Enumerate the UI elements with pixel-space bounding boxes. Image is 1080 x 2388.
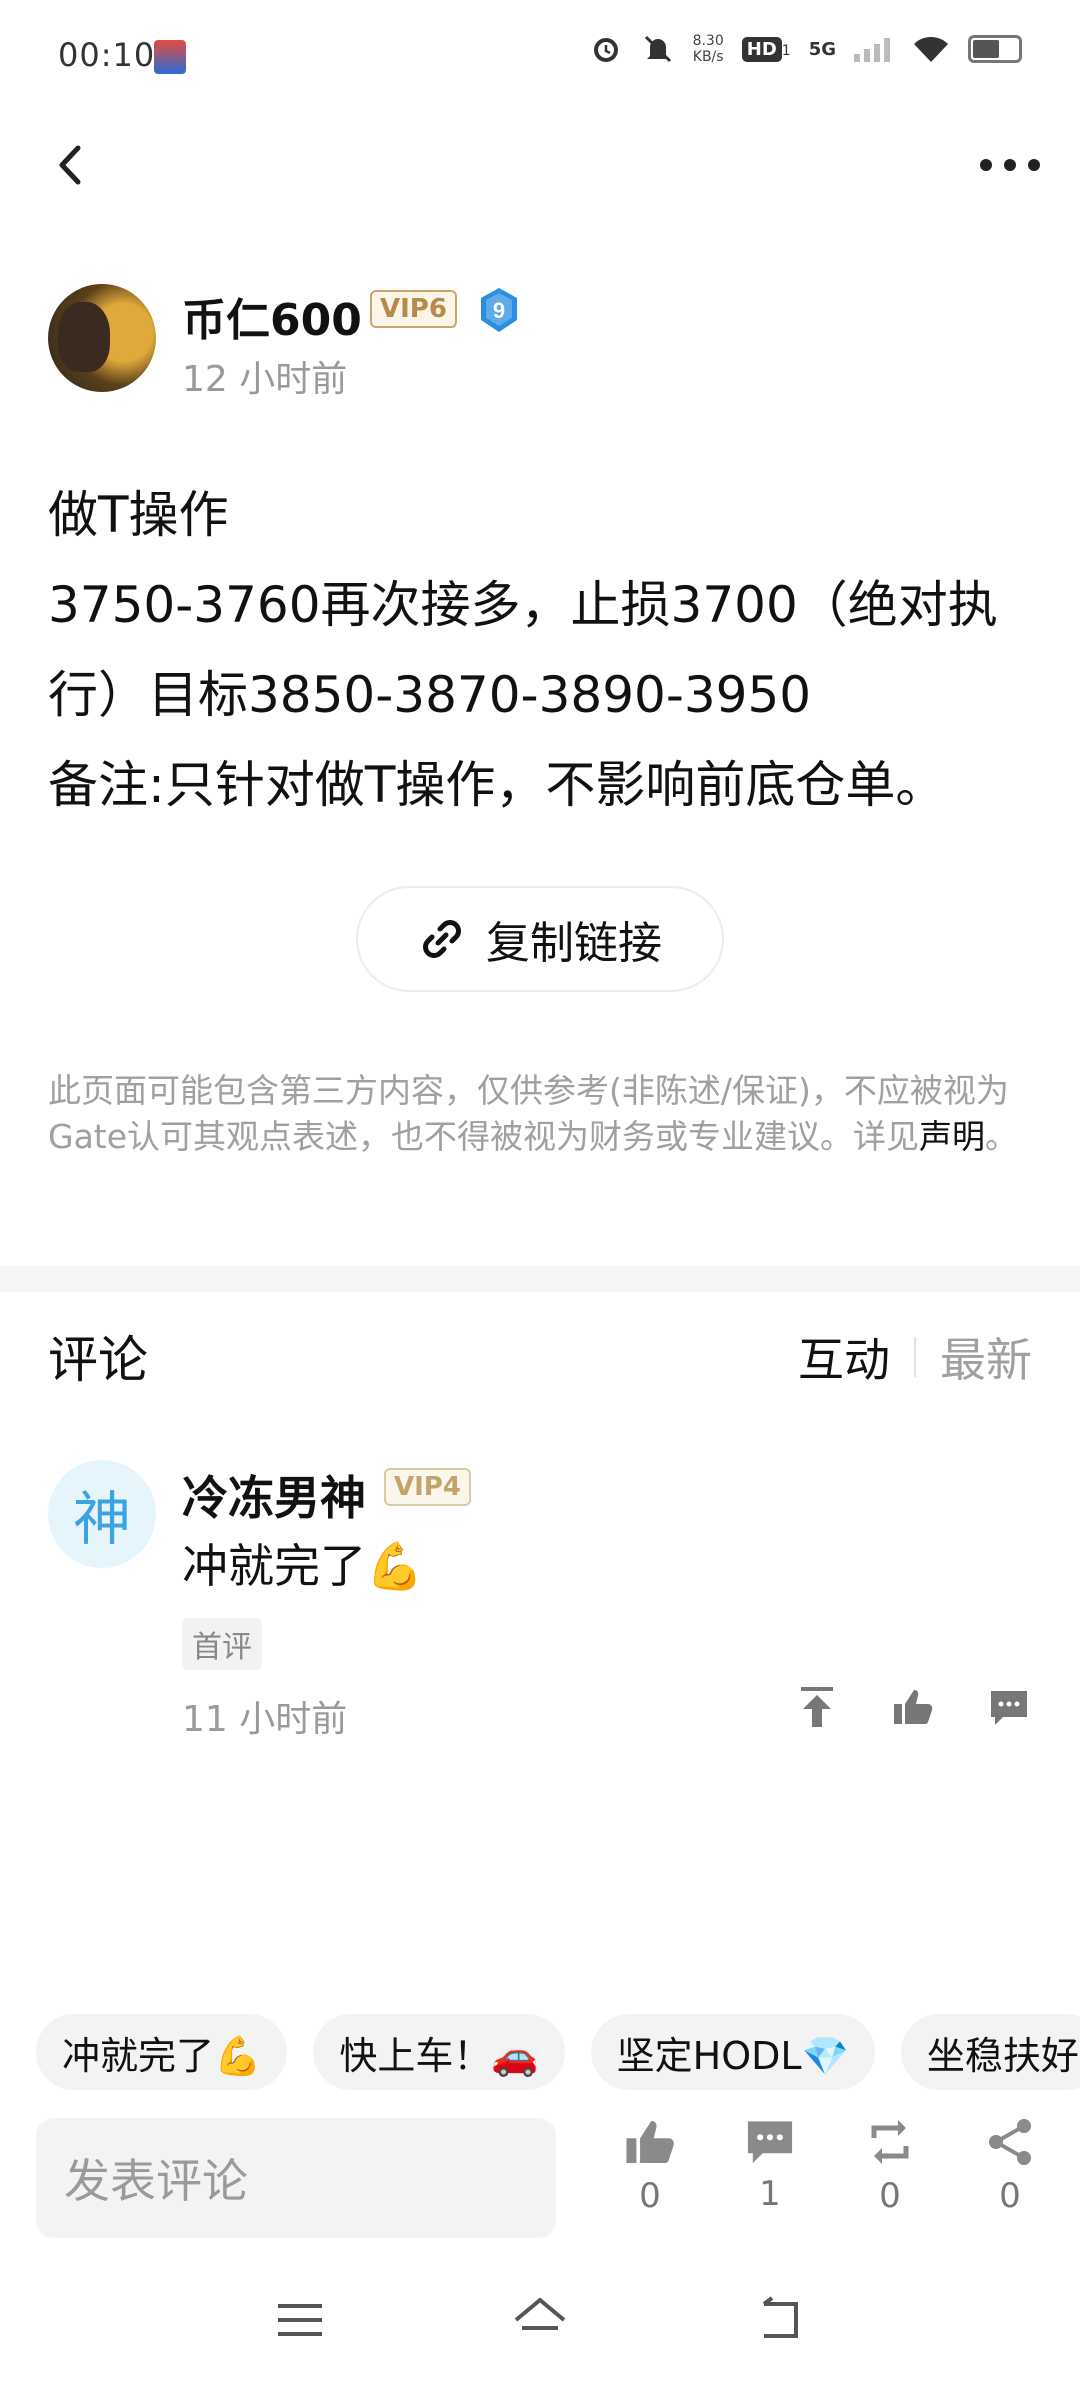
- network-type: 5G: [808, 38, 836, 60]
- vip-badge: VIP6: [370, 290, 457, 328]
- more-options-button[interactable]: [980, 140, 1040, 190]
- quick-reply-chip[interactable]: 快上车！🚗: [313, 2014, 565, 2090]
- author-name[interactable]: 币仁600: [182, 284, 362, 348]
- tab-interaction[interactable]: 互动: [798, 1324, 890, 1390]
- battery-icon: [968, 35, 1022, 63]
- copy-link-label: 复制链接: [486, 918, 662, 969]
- pin-top-icon: [801, 1687, 833, 1727]
- back-button[interactable]: [48, 140, 98, 190]
- signal-icon: [854, 38, 890, 62]
- more-dots-icon: [980, 159, 992, 171]
- copy-link-button[interactable]: 复制链接: [356, 886, 724, 992]
- wifi-icon: [914, 36, 948, 62]
- comment-input[interactable]: 发表评论: [36, 2118, 556, 2238]
- back-nav-icon: [762, 2296, 798, 2338]
- post-line: 备注:只针对做T操作，不影响前底仓单。: [48, 756, 946, 814]
- status-bar: 00:10 8.30 KB/s HD 1 5G: [0, 0, 1080, 110]
- comment-like-button[interactable]: [890, 1684, 936, 1730]
- comments-title: 评论: [48, 1331, 148, 1389]
- section-divider: [0, 1266, 1080, 1292]
- author-avatar[interactable]: [48, 284, 156, 392]
- disclaimer-end: 。: [985, 1117, 1019, 1156]
- alarm-icon: [593, 38, 618, 62]
- top-navigation-bar: [0, 120, 1080, 210]
- disclaimer-text: 此页面可能包含第三方内容，仅供参考(非陈述/保证)，不应被视为Gate认可其观点…: [48, 1071, 1009, 1156]
- reply-bubble-icon: [991, 1691, 1027, 1725]
- share-icon: [989, 2119, 1031, 2165]
- first-comment-tag: 首评: [182, 1618, 262, 1670]
- svg-text:9: 9: [493, 298, 505, 323]
- comment-text: 冲就完了💪: [182, 1539, 424, 1593]
- link-icon: [423, 920, 461, 958]
- comment-count: 1: [759, 2174, 781, 2214]
- comment-sort-tabs: 互动 最新: [798, 1324, 1032, 1390]
- quick-reply-chip[interactable]: 冲就完了💪: [36, 2014, 288, 2090]
- commenter-avatar[interactable]: 神: [48, 1460, 156, 1568]
- home-nav-button[interactable]: [510, 2290, 570, 2350]
- share-stat[interactable]: 0: [970, 2116, 1050, 2246]
- disclaimer: 此页面可能包含第三方内容，仅供参考(非陈述/保证)，不应被视为Gate认可其观点…: [48, 1068, 1038, 1160]
- system-navigation-bar: [0, 2280, 1080, 2370]
- disclaimer-link[interactable]: 声明: [919, 1117, 985, 1156]
- home-icon: [514, 2298, 566, 2330]
- repost-icon: [871, 2120, 909, 2164]
- post-line: 做T操作: [48, 486, 229, 544]
- bottom-action-bar: 发表评论 0 1 0 0: [0, 2116, 1080, 2246]
- post-author: 币仁600 VIP6 9 12 小时前: [48, 284, 1038, 404]
- level-shield-icon: 9: [481, 288, 517, 332]
- tab-separator: [914, 1337, 916, 1377]
- hd-indicator: HD 1: [741, 36, 791, 62]
- repost-count: 0: [879, 2176, 901, 2216]
- level-badge: 9: [478, 286, 520, 334]
- comment-icon: [747, 2121, 793, 2164]
- comment-reply-button[interactable]: [986, 1684, 1032, 1730]
- menu-nav-button[interactable]: [270, 2290, 330, 2350]
- commenter-name[interactable]: 冷冻男神: [182, 1462, 366, 1528]
- comments-header: 评论 互动 最新: [48, 1320, 1032, 1400]
- back-nav-button[interactable]: [750, 2290, 810, 2350]
- post-time: 12 小时前: [182, 359, 348, 400]
- share-count: 0: [999, 2176, 1021, 2216]
- quick-reply-chip[interactable]: 坐稳扶好: [900, 2014, 1080, 2090]
- repost-stat[interactable]: 0: [850, 2116, 930, 2246]
- pin-button[interactable]: [794, 1684, 840, 1730]
- commenter-vip-badge: VIP4: [384, 1468, 471, 1506]
- comment-actions: [794, 1684, 1032, 1730]
- like-icon: [626, 2120, 674, 2164]
- thumbs-up-icon: [894, 1690, 933, 1724]
- status-icons: 8.30 KB/s HD 1 5G: [589, 32, 1022, 66]
- tab-latest[interactable]: 最新: [940, 1324, 1032, 1390]
- post-content: 做T操作 3750-3760再次接多，止损3700（绝对执行）目标3850-38…: [48, 470, 1038, 830]
- post-stats: 0 1 0 0: [610, 2116, 1050, 2246]
- like-stat[interactable]: 0: [610, 2116, 690, 2246]
- menu-icon: [278, 2304, 322, 2336]
- comment-item: 神 冷冻男神 VIP4 冲就完了💪 首评 11 小时前: [48, 1456, 1032, 1756]
- quick-reply-chip[interactable]: 坚定HODL💎: [590, 2014, 875, 2090]
- quick-reply-bar: 冲就完了💪 快上车！🚗 坚定HODL💎 坐稳扶好: [36, 2014, 1080, 2094]
- status-time: 00:10: [58, 36, 156, 74]
- network-speed: 8.30 KB/s: [692, 33, 724, 65]
- comment-time: 11 小时前: [182, 1699, 348, 1740]
- chevron-left-icon: [59, 145, 81, 185]
- comment-stat[interactable]: 1: [730, 2116, 810, 2246]
- like-count: 0: [639, 2176, 661, 2216]
- app-notification-icon: [154, 40, 186, 74]
- mute-icon: [644, 35, 671, 63]
- post-line: 3750-3760再次接多，止损3700（绝对执行）目标3850-3870-38…: [48, 576, 998, 724]
